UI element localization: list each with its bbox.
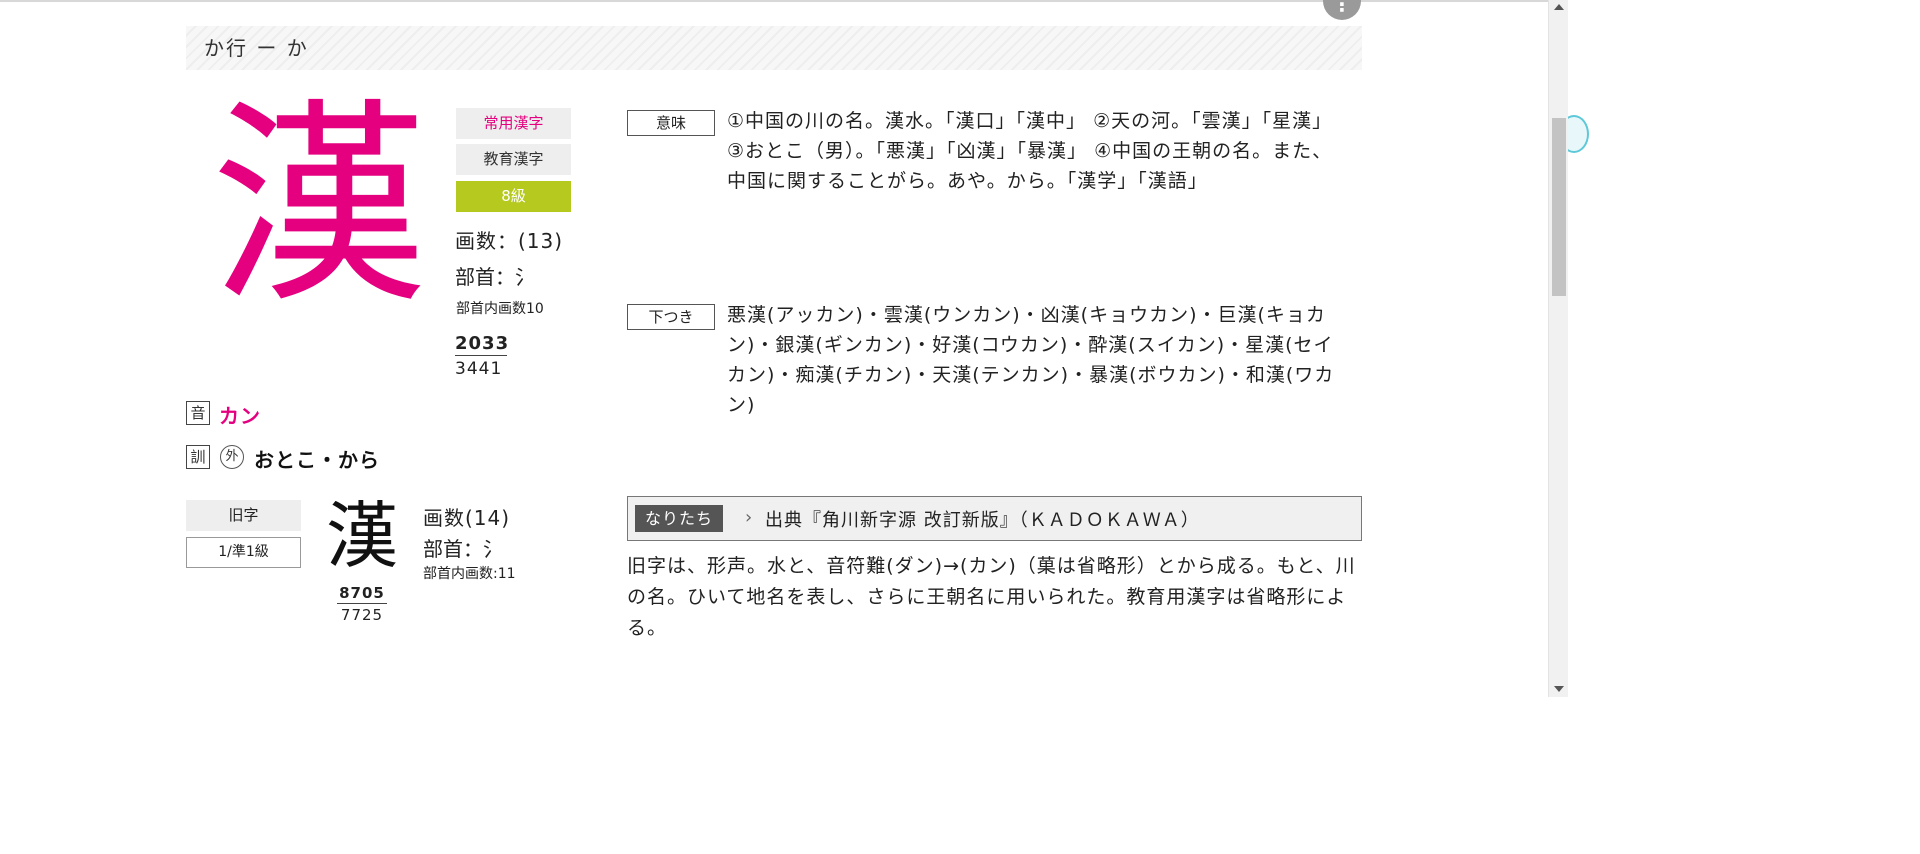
more-options-icon[interactable]: ⋮ <box>1323 0 1361 20</box>
vertical-scrollbar[interactable] <box>1548 0 1568 697</box>
chevron-right-icon: › <box>745 507 753 528</box>
source-link[interactable]: 出典『角川新字源 改訂新版』（ＫＡＤＯＫＡＷＡ） <box>765 506 1200 532</box>
kyoiku-kanji-badge: 教育漢字 <box>456 144 571 175</box>
gai-reading-icon: 外 <box>220 445 244 469</box>
shitatsuki-tag: 下つき <box>627 304 715 330</box>
on-reading: カン <box>219 404 261 428</box>
stroke-count: 画数：(13) <box>455 229 564 253</box>
radical-stroke-count: 部首内画数10 <box>456 301 544 317</box>
jis-code: 2033 <box>455 333 510 356</box>
code-index: 3441 <box>455 359 503 379</box>
joyo-kanji-badge: 常用漢字 <box>456 108 571 139</box>
old-form-kanji: 漢 <box>325 494 398 578</box>
meaning-text: ①中国の川の名。漢水。「漢口」「漢中」 ②天の河。「雲漢」「星漢」 ③おとこ（男… <box>727 110 1333 192</box>
old-form-jis-code: 8705 <box>337 584 387 604</box>
old-form-code-block: 8705 7725 <box>337 584 387 624</box>
section-header: か行 ー か <box>186 26 1362 70</box>
old-form-code-index: 7725 <box>340 606 384 624</box>
old-form-radical[interactable]: 部首：氵 <box>423 533 503 562</box>
shitatsuki-text: 悪漢(アッカン)・雲漢(ウンカン)・凶漢(キョウカン)・巨漢(キョカン)・銀漢(… <box>727 304 1335 416</box>
naritachi-tag: なりたち <box>635 505 723 532</box>
radical[interactable]: 部首：氵 <box>455 261 535 290</box>
old-form-stroke-count: 画数(14) <box>423 506 511 530</box>
meaning-tag: 意味 <box>627 110 715 136</box>
main-kanji: 漢 <box>210 81 427 332</box>
old-form-level: 1/準1級 <box>186 537 301 568</box>
section-title: か行 ー か <box>204 36 309 60</box>
scroll-down-icon[interactable] <box>1554 686 1564 692</box>
scroll-up-icon[interactable] <box>1554 4 1564 10</box>
old-form-label: 旧字 <box>186 500 301 531</box>
on-reading-label: 音 <box>186 401 210 425</box>
kanken-level-badge: 8級 <box>456 181 571 212</box>
kun-reading-label: 訓 <box>186 445 210 469</box>
top-border <box>0 0 1548 2</box>
kanji-code-block: 2033 3441 <box>455 333 510 379</box>
kun-reading: おとこ・から <box>254 448 380 472</box>
scroll-thumb[interactable] <box>1552 118 1566 296</box>
naritachi-text: 旧字は、形声。水と、音符難(ダン)→(カン)（菓は省略形）とから成る。もと、川の… <box>627 555 1356 639</box>
naritachi-bar: なりたち › 出典『角川新字源 改訂新版』（ＫＡＤＯＫＡＷＡ） <box>627 496 1362 541</box>
old-form-radical-stroke-count: 部首内画数:11 <box>423 566 516 582</box>
